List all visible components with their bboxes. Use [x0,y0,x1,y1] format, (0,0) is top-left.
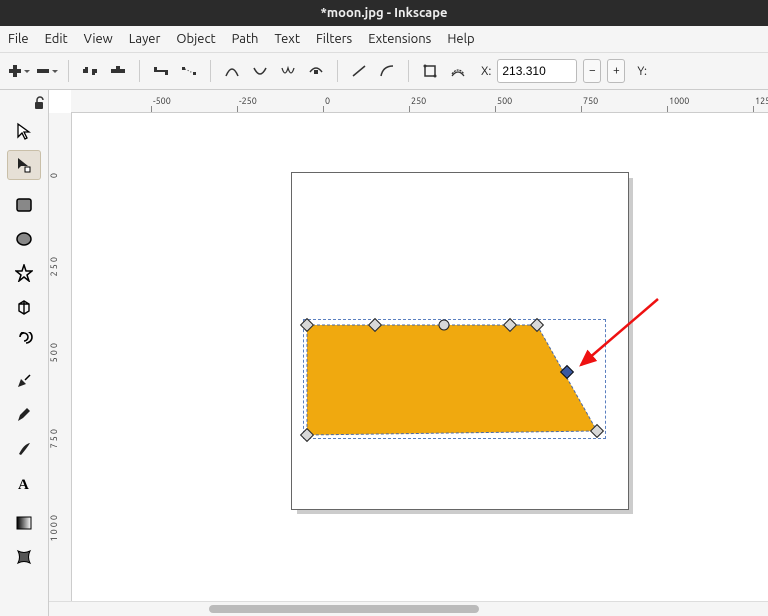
ruler-vertical[interactable]: 0 2 5 0 5 0 0 7 5 0 1 0 0 0 [49,113,72,601]
ruler-tick: 0 [323,90,330,112]
y-label: Y: [637,65,647,78]
selection-bounding-box [303,319,606,439]
ruler-horizontal[interactable]: -500 -250 0 250 500 750 1000 1250 [71,90,768,113]
pen-tool[interactable] [7,366,41,396]
line-segment-button[interactable] [348,60,370,82]
ruler-tick: 1250 [753,90,768,112]
ruler-tick: 5 0 0 [49,343,71,362]
x-coord-input[interactable] [497,59,577,83]
pencil-tool[interactable] [7,400,41,430]
ruler-tick: 500 [495,90,512,112]
node-tool[interactable] [7,150,41,180]
object-to-path-button[interactable] [419,60,441,82]
ruler-tick: -250 [237,90,257,112]
ruler-tick: 1000 [667,90,689,112]
mesh-tool[interactable] [7,542,41,572]
ruler-tick: 250 [409,90,426,112]
join-segment-button[interactable] [150,60,172,82]
menu-layer[interactable]: Layer [129,32,161,46]
ruler-tick: 750 [581,90,598,112]
ellipse-tool[interactable] [7,224,41,254]
canvas[interactable] [72,113,768,601]
star-tool[interactable] [7,258,41,288]
menu-help[interactable]: Help [447,32,474,46]
titlebar: *moon.jpg - Inkscape [0,0,768,26]
break-node-button[interactable] [79,60,101,82]
ruler-tick: -500 [151,90,171,112]
rectangle-tool[interactable] [7,190,41,220]
path-node[interactable] [439,320,450,331]
text-tool[interactable]: A [7,468,41,498]
curve-segment-button[interactable] [376,60,398,82]
scrollbar-thumb[interactable] [209,605,479,613]
menu-edit[interactable]: Edit [45,32,68,46]
delete-segment-button[interactable] [178,60,200,82]
menu-filters[interactable]: Filters [316,32,352,46]
spiral-tool[interactable] [7,326,41,356]
stroke-to-path-button[interactable] [447,60,469,82]
ruler-tick: 0 [49,173,71,178]
selector-tool[interactable] [7,116,41,146]
svg-text:A: A [18,477,29,492]
3dbox-tool[interactable] [7,292,41,322]
x-decrement-button[interactable]: − [583,59,601,83]
workspace: A -500 -250 0 250 500 750 1000 1250 0 2 5 0 5 0 0… [0,90,768,616]
lock-icon[interactable] [33,96,45,110]
tool-options-bar: X: − + Y: [0,53,768,90]
insert-node-button[interactable] [8,60,30,82]
x-label: X: [481,65,491,78]
menu-file[interactable]: File [8,32,29,46]
join-node-button[interactable] [107,60,129,82]
menu-extensions[interactable]: Extensions [368,32,431,46]
menu-view[interactable]: View [84,32,113,46]
gradient-tool[interactable] [7,508,41,538]
x-increment-button[interactable]: + [607,59,625,83]
delete-node-button[interactable] [36,60,58,82]
ruler-tick: 1 0 0 0 [49,515,71,542]
canvas-area: -500 -250 0 250 500 750 1000 1250 0 2 5 0 5 0 0 7 … [49,90,768,616]
symmetric-node-button[interactable] [277,60,299,82]
smooth-node-button[interactable] [249,60,271,82]
auto-node-button[interactable] [305,60,327,82]
cusp-node-button[interactable] [221,60,243,82]
window-title: *moon.jpg - Inkscape [321,6,448,20]
menu-object[interactable]: Object [176,32,215,46]
calligraphy-tool[interactable] [7,434,41,464]
menu-text[interactable]: Text [274,32,299,46]
toolbox: A [0,90,49,616]
ruler-tick: 7 5 0 [49,429,71,448]
menu-bar: File Edit View Layer Object Path Text Fi… [0,26,768,53]
ruler-tick: 2 5 0 [49,257,71,276]
menu-path[interactable]: Path [232,32,259,46]
